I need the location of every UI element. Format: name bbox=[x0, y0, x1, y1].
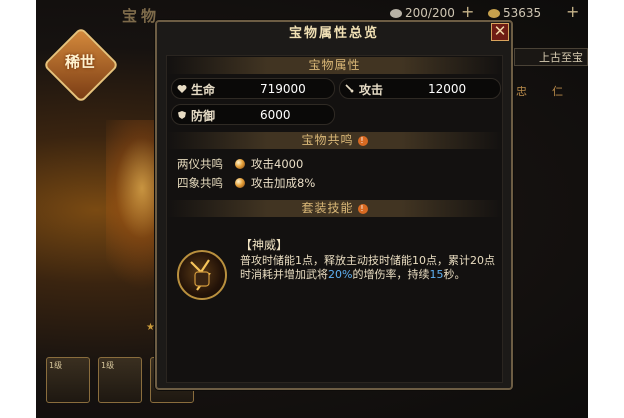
lightning-fist-icon bbox=[190, 259, 211, 291]
resonance-row: 两仪共鸣 攻击4000 bbox=[177, 156, 303, 172]
attr-name: 攻击 bbox=[359, 83, 384, 97]
heart-icon bbox=[177, 85, 187, 93]
attr-value: 719000 bbox=[260, 82, 306, 96]
sword-icon bbox=[345, 84, 354, 93]
resonance-row: 四象共鸣 攻击加成8% bbox=[177, 175, 315, 191]
section-title: 套装技能 bbox=[301, 201, 354, 215]
attribute-overview-dialog: 宝物属性总览 ✕ 宝物属性 生命 719000 攻击 12000 防御 6000… bbox=[155, 20, 513, 390]
slot-level: 1级 bbox=[101, 361, 115, 370]
attr-defense: 防御 6000 bbox=[171, 104, 335, 125]
dialog-title: 宝物属性总览 bbox=[288, 26, 379, 41]
resonance-section-header: 宝物共鸣! bbox=[167, 132, 502, 149]
section-title: 宝物共鸣 bbox=[301, 133, 354, 147]
treasure-icon bbox=[488, 9, 500, 18]
star-icon: ★ bbox=[146, 322, 155, 333]
section-title: 宝物属性 bbox=[308, 58, 361, 72]
orb-icon bbox=[235, 178, 245, 188]
attr-hp: 生命 719000 bbox=[171, 78, 335, 99]
skill-description: 普攻时储能1点，释放主动技时储能10点，累计20点时消耗并增加武将20%的增伤率… bbox=[240, 254, 498, 282]
close-icon: ✕ bbox=[493, 22, 507, 40]
treasure-slot-1[interactable]: 1级 bbox=[46, 357, 90, 403]
attr-value: 6000 bbox=[260, 108, 291, 122]
skill-highlight-value: 20% bbox=[328, 268, 353, 281]
rarity-badge: 稀世 bbox=[64, 53, 95, 71]
resonance-effect: 攻击加成8% bbox=[251, 176, 316, 190]
info-icon[interactable]: ! bbox=[357, 135, 368, 146]
add-coin-button[interactable]: + bbox=[461, 2, 474, 21]
skill-name: 【神威】 bbox=[240, 238, 289, 252]
tab-zhong[interactable]: 忠 bbox=[516, 83, 527, 99]
add-treasure-button[interactable]: + bbox=[566, 2, 579, 21]
skill-highlight-duration: 15 bbox=[429, 268, 444, 281]
skill-desc-text: 秒。 bbox=[443, 268, 466, 281]
skill-icon[interactable] bbox=[177, 250, 227, 300]
attr-name: 生命 bbox=[191, 83, 216, 97]
treasure-category-tag[interactable]: 上古至宝 bbox=[514, 48, 588, 66]
resonance-label: 四象共鸣 bbox=[177, 176, 223, 190]
slot-level: 1级 bbox=[49, 361, 63, 370]
set-skill-section-header: 套装技能! bbox=[167, 200, 502, 217]
coin-icon bbox=[390, 9, 402, 18]
coin-resource: 200/200 bbox=[390, 6, 455, 20]
orb-icon bbox=[235, 159, 245, 169]
treasure-slot-2[interactable]: 1级 bbox=[98, 357, 142, 403]
tab-ren[interactable]: 仁 bbox=[552, 83, 563, 99]
resonance-label: 两仪共鸣 bbox=[177, 157, 223, 171]
close-button[interactable]: ✕ bbox=[491, 23, 509, 41]
attributes-section-header: 宝物属性 bbox=[167, 57, 502, 74]
dialog-body: 宝物属性 生命 719000 攻击 12000 防御 6000 宝物共鸣! 两仪… bbox=[166, 55, 503, 383]
attr-value: 12000 bbox=[428, 82, 467, 96]
attr-name: 防御 bbox=[191, 109, 216, 123]
skill-desc-text: 的增伤率，持续 bbox=[352, 268, 430, 281]
info-icon[interactable]: ! bbox=[357, 203, 368, 214]
resonance-effect: 攻击4000 bbox=[251, 157, 304, 171]
shield-icon bbox=[178, 111, 186, 119]
attr-attack: 攻击 12000 bbox=[339, 78, 501, 99]
treasure-resource: 53635 bbox=[488, 6, 541, 20]
